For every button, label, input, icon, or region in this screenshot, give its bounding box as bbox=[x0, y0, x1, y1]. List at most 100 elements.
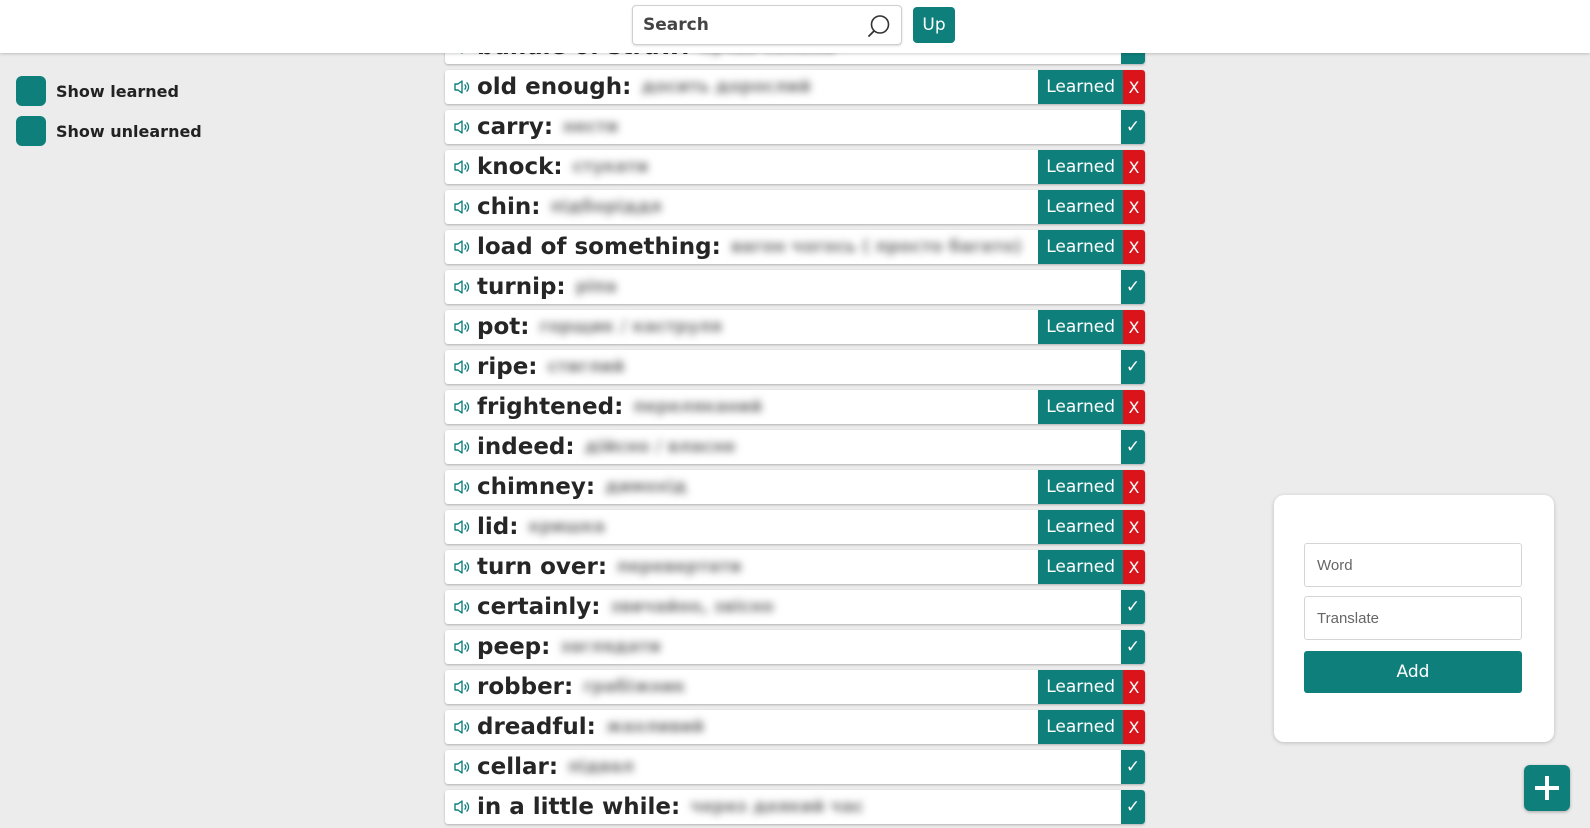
speaker-icon[interactable] bbox=[451, 77, 473, 97]
learned-button[interactable]: Learned bbox=[1038, 310, 1123, 344]
search-input[interactable] bbox=[643, 6, 858, 44]
delete-button[interactable]: X bbox=[1123, 670, 1145, 704]
mark-learned-button[interactable]: ✓ bbox=[1121, 270, 1145, 304]
speaker-icon[interactable] bbox=[451, 557, 473, 577]
word-text: load of something: bbox=[477, 234, 721, 260]
speaker-icon[interactable] bbox=[451, 317, 473, 337]
word-text: cellar: bbox=[477, 754, 559, 780]
translate-input[interactable] bbox=[1304, 596, 1522, 640]
row-actions: LearnedX bbox=[1038, 190, 1145, 224]
delete-button[interactable]: X bbox=[1123, 710, 1145, 744]
row-actions: ✓ bbox=[1121, 270, 1145, 304]
word-row: dreadful: жахливий Learned X bbox=[445, 710, 1145, 744]
speaker-icon[interactable] bbox=[451, 477, 473, 497]
speaker-icon[interactable] bbox=[451, 517, 473, 537]
translation-text: грабіжник bbox=[583, 677, 686, 697]
speaker-icon[interactable] bbox=[451, 717, 473, 737]
translation-text: стукати bbox=[572, 157, 649, 177]
translation-text: досить дорослий bbox=[641, 77, 811, 97]
delete-button[interactable]: X bbox=[1123, 310, 1145, 344]
learned-button[interactable]: Learned bbox=[1038, 390, 1123, 424]
speaker-icon[interactable] bbox=[451, 237, 473, 257]
word-text: dreadful: bbox=[477, 714, 596, 740]
checkbox[interactable] bbox=[16, 116, 46, 146]
search-icon[interactable] bbox=[867, 14, 891, 38]
translation-text: перевертати bbox=[617, 557, 742, 577]
translation-text: нести bbox=[563, 117, 619, 137]
speaker-icon[interactable] bbox=[451, 357, 473, 377]
translation-text: ріпа bbox=[575, 277, 617, 297]
learned-button[interactable]: Learned bbox=[1038, 470, 1123, 504]
up-button[interactable]: Up bbox=[913, 7, 955, 43]
speaker-icon[interactable] bbox=[451, 677, 473, 697]
speaker-icon[interactable] bbox=[451, 277, 473, 297]
word-row: in a little while: через деякий час ✓ bbox=[445, 790, 1145, 824]
word-text: pot: bbox=[477, 314, 530, 340]
mark-learned-button[interactable]: ✓ bbox=[1121, 110, 1145, 144]
translation-text: кришка bbox=[528, 517, 606, 537]
show-learned-toggle[interactable]: Show learned bbox=[16, 76, 202, 106]
plus-button[interactable] bbox=[1524, 765, 1570, 811]
learned-button[interactable]: Learned bbox=[1038, 230, 1123, 264]
row-actions: LearnedX bbox=[1038, 470, 1145, 504]
filter-label: Show unlearned bbox=[56, 121, 202, 141]
learned-button[interactable]: Learned bbox=[1038, 190, 1123, 224]
delete-button[interactable]: X bbox=[1123, 190, 1145, 224]
mark-learned-button[interactable]: ✓ bbox=[1121, 430, 1145, 464]
show-unlearned-toggle[interactable]: Show unlearned bbox=[16, 116, 202, 146]
delete-button[interactable]: X bbox=[1123, 470, 1145, 504]
learned-button[interactable]: Learned bbox=[1038, 710, 1123, 744]
row-actions: LearnedX bbox=[1038, 550, 1145, 584]
row-actions: ✓ bbox=[1121, 790, 1145, 824]
mark-learned-button[interactable]: ✓ bbox=[1121, 750, 1145, 784]
add-word-card: Add bbox=[1274, 495, 1554, 742]
word-text: indeed: bbox=[477, 434, 575, 460]
speaker-icon[interactable] bbox=[451, 757, 473, 777]
mark-learned-button[interactable]: ✓ bbox=[1121, 350, 1145, 384]
word-text: knock: bbox=[477, 154, 563, 180]
delete-button[interactable]: X bbox=[1123, 390, 1145, 424]
learned-button[interactable]: Learned bbox=[1038, 550, 1123, 584]
delete-button[interactable]: X bbox=[1123, 230, 1145, 264]
speaker-icon[interactable] bbox=[451, 797, 473, 817]
speaker-icon[interactable] bbox=[451, 397, 473, 417]
word-row: peep: заглядати ✓ bbox=[445, 630, 1145, 664]
word-text: peep: bbox=[477, 634, 551, 660]
speaker-icon[interactable] bbox=[451, 637, 473, 657]
learned-button[interactable]: Learned bbox=[1038, 150, 1123, 184]
word-row: certainly: звичайно, звісно ✓ bbox=[445, 590, 1145, 624]
speaker-icon[interactable] bbox=[451, 157, 473, 177]
filters: Show learned Show unlearned bbox=[16, 76, 202, 156]
word-text: lid: bbox=[477, 514, 519, 540]
search-box bbox=[632, 5, 902, 45]
row-actions: ✓ bbox=[1121, 750, 1145, 784]
row-actions: LearnedX bbox=[1038, 230, 1145, 264]
word-input[interactable] bbox=[1304, 543, 1522, 587]
translation-text: стиглий bbox=[547, 357, 625, 377]
speaker-icon[interactable] bbox=[451, 437, 473, 457]
speaker-icon[interactable] bbox=[451, 197, 473, 217]
row-actions: LearnedX bbox=[1038, 70, 1145, 104]
delete-button[interactable]: X bbox=[1123, 150, 1145, 184]
word-text: carry: bbox=[477, 114, 554, 140]
delete-button[interactable]: X bbox=[1123, 70, 1145, 104]
mark-learned-button[interactable]: ✓ bbox=[1121, 630, 1145, 664]
word-text: frightened: bbox=[477, 394, 624, 420]
add-button[interactable]: Add bbox=[1304, 651, 1522, 693]
learned-button[interactable]: Learned bbox=[1038, 70, 1123, 104]
learned-button[interactable]: Learned bbox=[1038, 510, 1123, 544]
row-actions: LearnedX bbox=[1038, 390, 1145, 424]
top-header: Up bbox=[0, 0, 1590, 53]
checkbox[interactable] bbox=[16, 76, 46, 106]
word-text: chin: bbox=[477, 194, 541, 220]
learned-button[interactable]: Learned bbox=[1038, 670, 1123, 704]
row-actions: LearnedX bbox=[1038, 150, 1145, 184]
speaker-icon[interactable] bbox=[451, 117, 473, 137]
mark-learned-button[interactable]: ✓ bbox=[1121, 790, 1145, 824]
speaker-icon[interactable] bbox=[451, 597, 473, 617]
row-actions: ✓ bbox=[1121, 110, 1145, 144]
mark-learned-button[interactable]: ✓ bbox=[1121, 590, 1145, 624]
delete-button[interactable]: X bbox=[1123, 550, 1145, 584]
row-actions: ✓ bbox=[1121, 350, 1145, 384]
delete-button[interactable]: X bbox=[1123, 510, 1145, 544]
